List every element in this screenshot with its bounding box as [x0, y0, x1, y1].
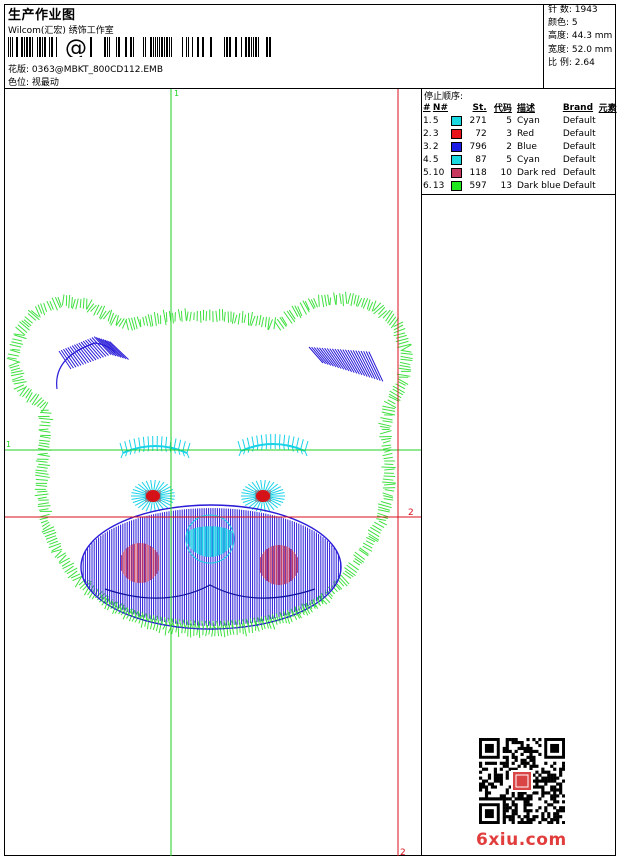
stitch-count: 针 数: 1943: [548, 5, 598, 15]
design-ratio: 比 例: 2.64: [548, 57, 595, 68]
stop-row: 2. 3 72 3 Red Default: [423, 127, 620, 140]
color-swatch: [451, 154, 463, 165]
stop-brand: Default: [562, 128, 596, 139]
green-guide-h-label: 1: [6, 440, 11, 449]
barcode: @: [8, 37, 271, 57]
bear-face-design: [6, 291, 413, 638]
stop-code: 2: [506, 141, 512, 152]
page-title: 生产作业图: [8, 8, 76, 23]
stop-code: 5: [506, 154, 512, 165]
color-position: 色位: 视最动: [8, 78, 59, 88]
stop-row: 4. 5 87 5 Cyan Default: [423, 153, 620, 166]
stop-description: Cyan: [516, 115, 540, 126]
stop-brand: Default: [562, 154, 596, 165]
stop-index: 2.: [423, 128, 432, 139]
embroidery-preview: 1 1 2 2: [5, 89, 421, 856]
red-guide-v-label: 2: [400, 848, 406, 856]
design-info: 针 数: 1943 颜色: 5 高度: 44.3 mm 宽度: 52.0 mm …: [548, 4, 612, 70]
qr-code: [479, 738, 565, 824]
col-header-needle: N#: [432, 102, 448, 113]
stop-row: 3. 2 796 2 Blue Default: [423, 140, 620, 153]
stop-index: 5.: [423, 167, 432, 178]
color-swatch: [451, 141, 463, 152]
stop-stitches: 597: [451, 179, 487, 192]
stop-brand: Default: [562, 167, 596, 178]
stop-table-divider: [421, 194, 616, 195]
stop-stitches: 87: [451, 153, 487, 166]
col-header-code: 代码: [493, 104, 512, 114]
color-count: 颜色: 5: [548, 18, 578, 29]
col-header-element: 元素: [598, 104, 617, 114]
stop-description: Dark red: [516, 167, 556, 178]
stop-stitches: 271: [451, 114, 487, 127]
stop-brand: Default: [562, 141, 596, 152]
stop-brand: Default: [562, 115, 596, 126]
stop-brand: Default: [562, 180, 596, 191]
stop-description: Red: [516, 128, 535, 139]
color-swatch: [451, 128, 463, 139]
stop-row: 5. 10 118 10 Dark red Default: [423, 166, 620, 179]
stop-index: 1.: [423, 115, 432, 126]
color-swatch: [451, 115, 463, 126]
col-header-brand: Brand: [562, 102, 594, 113]
stop-stitches: 796: [451, 140, 487, 153]
color-swatch: [451, 180, 463, 191]
info-divider: [543, 4, 544, 88]
green-guide-v-label: 1: [174, 89, 179, 98]
stop-sequence-table: # N# St. 代码 描述 Brand 元素 1. 5 271 5 Cyan Defau…: [423, 101, 620, 192]
col-header-stitches: St.: [472, 102, 487, 113]
stop-code: 3: [506, 128, 512, 139]
sidebar-divider: [421, 88, 422, 856]
file-name: 花版: 0363@MBKT_800CD112.EMB: [8, 65, 163, 75]
stop-description: Dark blue: [516, 180, 561, 191]
col-header-index: #: [423, 102, 431, 113]
stop-index: 3.: [423, 141, 432, 152]
design-width: 宽度: 52.0 mm: [548, 44, 613, 55]
stop-stitches: 72: [451, 127, 487, 140]
stop-row: 6. 13 597 13 Dark blue Default: [423, 179, 620, 192]
stop-code: 5: [506, 115, 512, 126]
stop-index: 6.: [423, 180, 432, 191]
design-height: 高度: 44.3 mm: [548, 31, 613, 42]
stop-code: 10: [500, 167, 512, 178]
stop-index: 4.: [423, 154, 432, 165]
color-swatch: [451, 167, 463, 178]
stop-stitches: 118: [451, 166, 487, 179]
barcode-at-sign: @: [65, 37, 87, 57]
stop-row: 1. 5 271 5 Cyan Default: [423, 114, 620, 127]
col-header-description: 描述: [516, 104, 535, 114]
stop-code: 13: [500, 180, 512, 191]
studio-subtitle: Wilcom(汇宏) 绣饰工作室: [8, 26, 114, 36]
red-guide-h-label: 2: [408, 508, 414, 518]
stop-description: Cyan: [516, 154, 540, 165]
stop-description: Blue: [516, 141, 537, 152]
site-logo: 6xiu.com: [476, 830, 567, 850]
